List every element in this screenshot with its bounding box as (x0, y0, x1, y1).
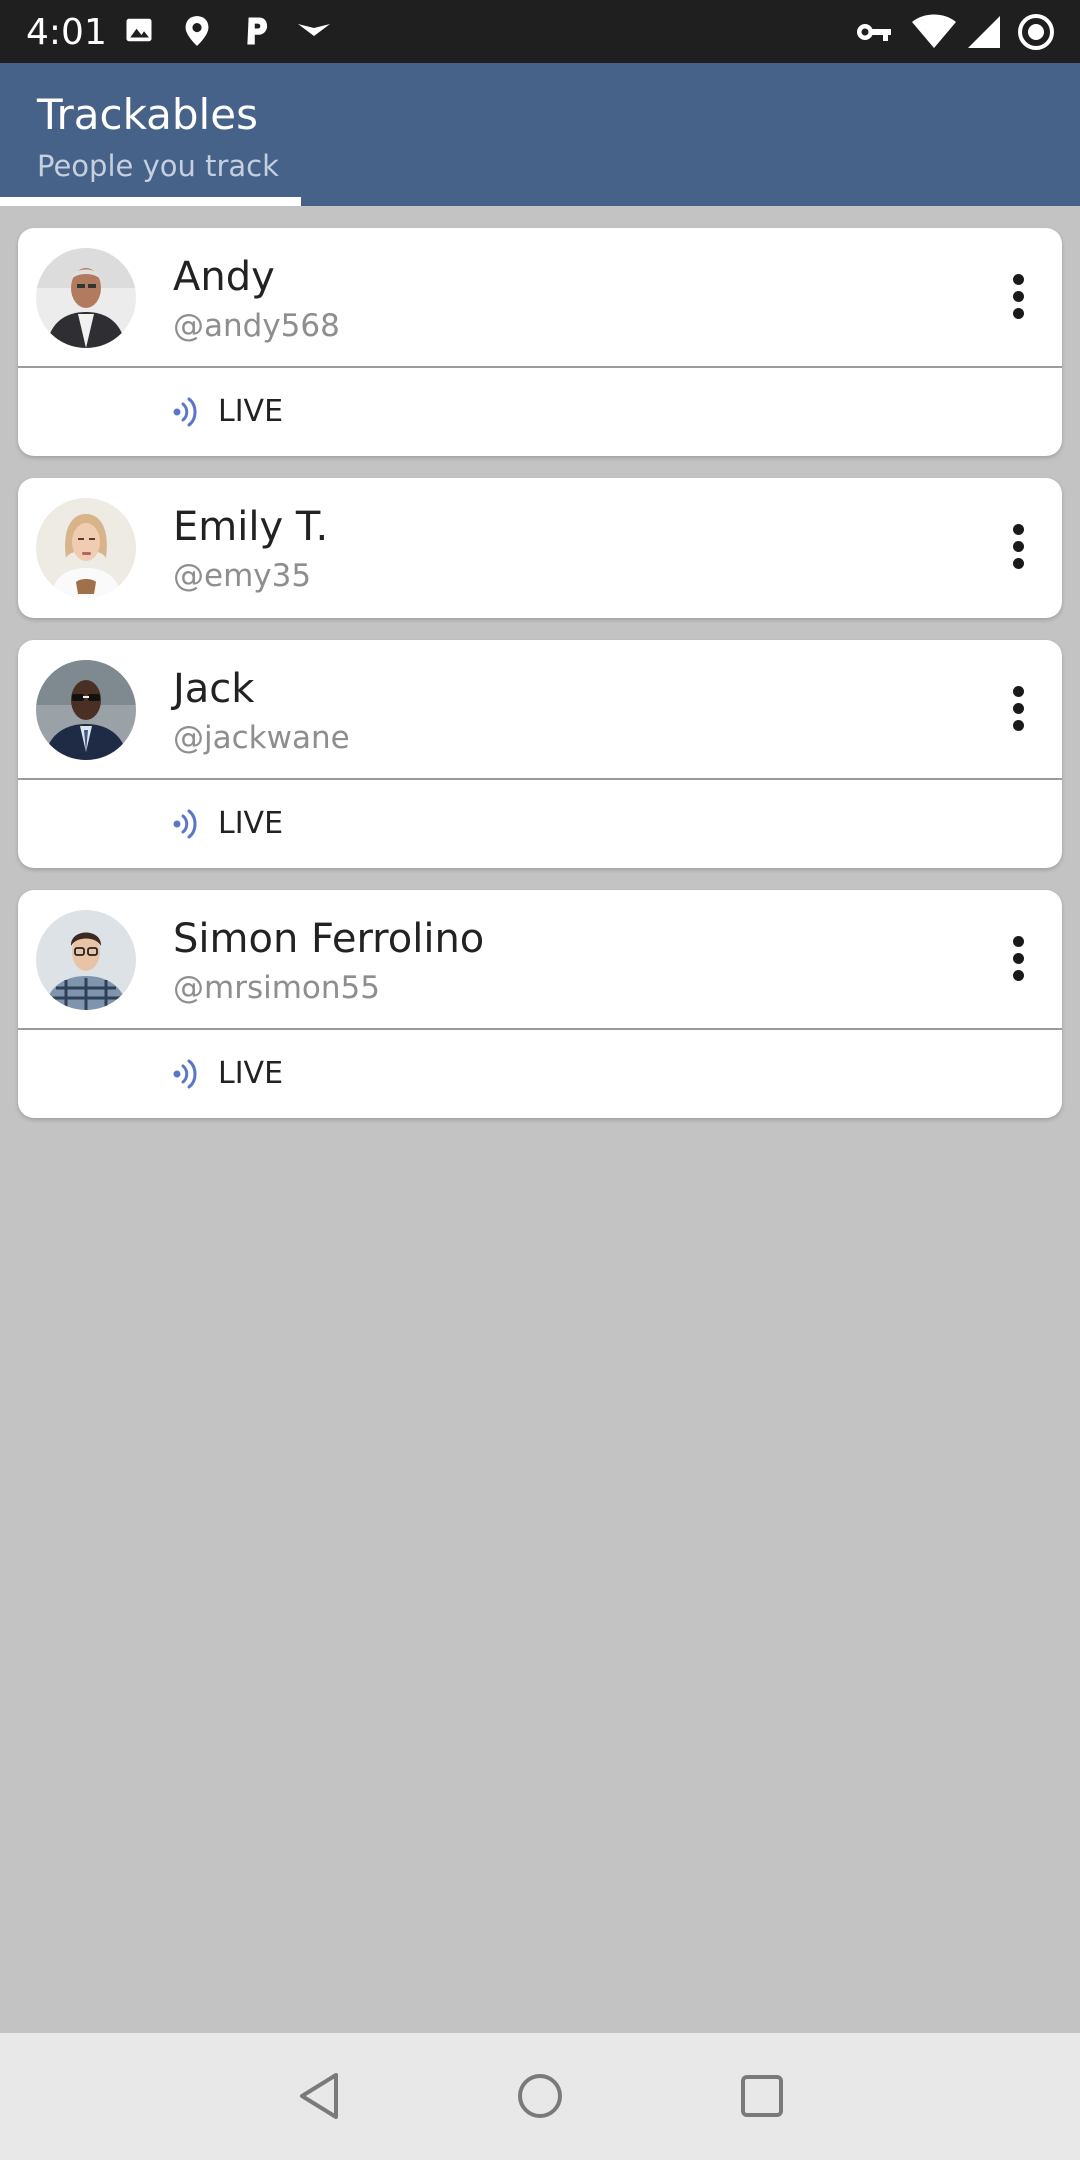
trackable-name: Simon Ferrolino (173, 916, 485, 962)
trackable-header[interactable]: Emily T. @emy35 (18, 478, 1062, 618)
trackable-handle: @mrsimon55 (173, 970, 380, 1006)
avatar (36, 660, 136, 760)
trackable-name: Andy (173, 254, 275, 300)
page-title: Trackables (37, 90, 258, 139)
avatar (36, 910, 136, 1010)
more-options-button[interactable] (1008, 274, 1028, 324)
status-bar: 4:01 (0, 0, 1080, 63)
trackable-header[interactable]: Jack @jackwane (18, 640, 1062, 780)
trackables-list: Andy @andy568 LIVE Emily T. @emy35 Jack … (18, 228, 1062, 1140)
status-time: 4:01 (26, 12, 107, 53)
avatar (36, 498, 136, 598)
wifi-icon (910, 14, 958, 55)
tab-indicator (0, 197, 301, 206)
sync-circle-icon (1017, 13, 1055, 56)
cell-signal-icon (966, 14, 1002, 55)
trackable-card[interactable]: Andy @andy568 LIVE (18, 228, 1062, 456)
more-vert-icon (1012, 274, 1024, 285)
trackable-header[interactable]: Andy @andy568 (18, 228, 1062, 368)
live-status-row[interactable]: LIVE (18, 780, 1062, 868)
image-icon (124, 15, 154, 50)
trackable-name: Emily T. (173, 504, 329, 550)
live-label: LIVE (218, 1056, 284, 1091)
system-nav-bar (0, 2033, 1080, 2160)
trackable-card[interactable]: Emily T. @emy35 (18, 478, 1062, 618)
app-bar: Trackables People you track (0, 63, 1080, 206)
avatar (36, 248, 136, 348)
live-status-row[interactable]: LIVE (18, 1030, 1062, 1118)
home-circle-icon[interactable] (516, 2071, 564, 2126)
more-vert-icon (1012, 686, 1024, 697)
live-signal-icon (170, 807, 204, 846)
trackable-handle: @andy568 (173, 308, 340, 344)
more-options-button[interactable] (1008, 936, 1028, 986)
parking-icon (241, 15, 271, 52)
back-triangle-icon[interactable] (296, 2071, 342, 2126)
trackable-handle: @emy35 (173, 558, 312, 594)
live-signal-icon (170, 395, 204, 434)
location-pin-icon (183, 15, 211, 52)
download-arrow-icon (296, 22, 332, 43)
trackable-card[interactable]: Jack @jackwane LIVE (18, 640, 1062, 868)
trackable-card[interactable]: Simon Ferrolino @mrsimon55 LIVE (18, 890, 1062, 1118)
live-label: LIVE (218, 806, 284, 841)
live-label: LIVE (218, 394, 284, 429)
trackable-handle: @jackwane (173, 720, 350, 756)
tab-people-you-track[interactable]: People you track (37, 149, 279, 183)
recents-square-icon[interactable] (739, 2071, 785, 2126)
live-signal-icon (170, 1057, 204, 1096)
vpn-key-icon (855, 19, 893, 50)
live-status-row[interactable]: LIVE (18, 368, 1062, 456)
trackable-header[interactable]: Simon Ferrolino @mrsimon55 (18, 890, 1062, 1030)
more-options-button[interactable] (1008, 686, 1028, 736)
more-vert-icon (1012, 524, 1024, 535)
more-vert-icon (1012, 936, 1024, 947)
trackable-name: Jack (173, 666, 255, 712)
more-options-button[interactable] (1008, 524, 1028, 574)
